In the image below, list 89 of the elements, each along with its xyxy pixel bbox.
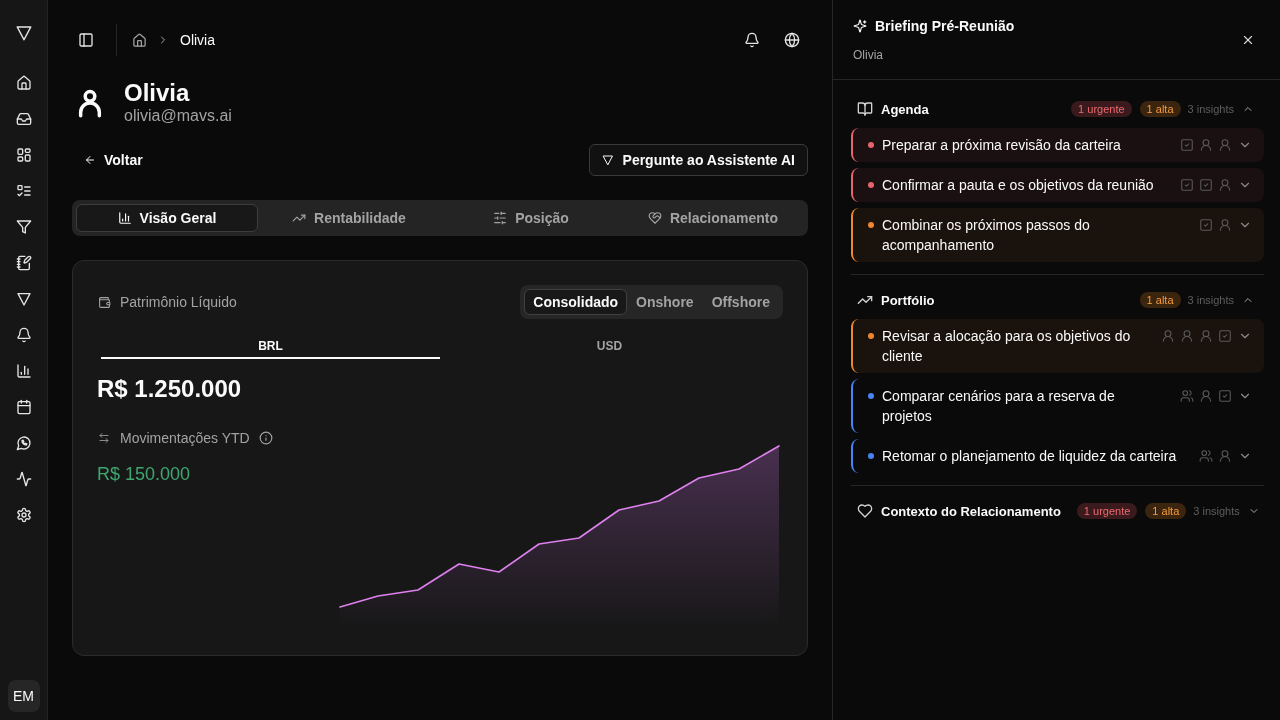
urgent-tag: 1 urgente <box>1071 101 1132 117</box>
scope-option[interactable]: Offshore <box>702 289 779 315</box>
info-icon[interactable] <box>258 431 273 445</box>
checkbox-icon <box>1218 329 1232 343</box>
inbox-icon[interactable] <box>15 111 32 127</box>
triangle-icon[interactable] <box>15 291 32 307</box>
person-icon <box>1199 329 1213 343</box>
person-icon <box>1218 218 1232 232</box>
chat-bubble-icon[interactable] <box>15 435 32 451</box>
settings-icon[interactable] <box>15 507 32 523</box>
tab[interactable]: Visão Geral <box>76 204 258 232</box>
insight-item[interactable]: Revisar a alocação para os objetivos do cliente <box>851 319 1264 373</box>
checkbox-icon <box>1180 178 1194 192</box>
movements-label: Movimentações YTD <box>120 429 250 448</box>
scope-option[interactable]: Onshore <box>627 289 703 315</box>
person-icon <box>1161 329 1175 343</box>
globe-icon[interactable] <box>784 32 800 48</box>
person-icon <box>1199 389 1213 403</box>
insight-item[interactable]: Confirmar a pauta e os objetivos da reunião <box>851 168 1264 202</box>
insight-item[interactable]: Retomar o planejamento de liquidez da carteira <box>851 439 1264 473</box>
high-priority-tag: 1 alta <box>1145 503 1187 519</box>
triangle-icon <box>601 154 614 166</box>
section-title[interactable]: Agenda <box>881 101 929 117</box>
book-icon <box>857 101 873 117</box>
client-email: olivia@mavs.ai <box>124 106 232 126</box>
movements-amount: R$ 150.000 <box>97 463 192 485</box>
heart-handshake-icon <box>647 211 662 225</box>
calendar-icon[interactable] <box>15 399 32 415</box>
checkbox-icon <box>1199 178 1213 192</box>
currency-tab[interactable]: BRL <box>101 335 440 359</box>
heart-icon <box>857 503 873 519</box>
insight-count: 3 insights <box>1187 103 1234 115</box>
checkbox-icon <box>1199 218 1213 232</box>
section-title[interactable]: Portfólio <box>881 292 935 308</box>
arrow-left-icon <box>84 154 96 166</box>
swap-arrows-icon <box>98 432 110 444</box>
insight-text: Confirmar a pauta e os objetivos da reunião <box>882 176 1155 195</box>
breadcrumb-current: Olivia <box>180 32 215 48</box>
net-worth-amount: R$ 1.250.000 <box>97 375 243 403</box>
notebook-pen-icon[interactable] <box>15 255 32 271</box>
client-name: Olivia <box>124 80 191 106</box>
tab[interactable]: Posição <box>440 204 622 232</box>
checkbox-icon <box>1180 138 1194 152</box>
sidebar-toggle-icon[interactable] <box>78 32 94 48</box>
insight-text: Retomar o planejamento de liquidez da carteira <box>882 447 1178 466</box>
person-icon <box>1199 138 1213 152</box>
bell-icon[interactable] <box>744 32 760 48</box>
insight-text: Revisar a alocação para os objetivos do cliente <box>882 327 1132 366</box>
sliders-icon <box>493 211 508 225</box>
bell-icon[interactable] <box>15 327 32 343</box>
insight-count: 3 insights <box>1193 505 1240 517</box>
home-icon[interactable] <box>132 32 147 48</box>
panel-title: Briefing Pré-Reunião <box>875 16 1015 36</box>
assistant-button[interactable]: Pergunte ao Assistente AI <box>588 144 808 176</box>
person-icon <box>1218 178 1232 192</box>
people-icon <box>1199 449 1213 463</box>
person-icon <box>1180 329 1194 343</box>
urgent-tag: 1 urgente <box>1076 503 1138 519</box>
insight-text: Preparar a próxima revisão da carteira <box>882 136 1122 155</box>
insight-item[interactable]: Preparar a próxima revisão da carteira <box>851 128 1264 162</box>
sparkles-icon <box>853 18 867 33</box>
scope-option[interactable]: Consolidado <box>524 289 628 315</box>
checkbox-icon <box>1218 389 1232 403</box>
bar-chart-icon[interactable] <box>15 363 32 379</box>
pulse-icon[interactable] <box>15 471 32 487</box>
tab[interactable]: Relacionamento <box>622 204 804 232</box>
funnel-icon[interactable] <box>15 219 32 235</box>
card-title: Patrimônio Líquido <box>120 294 237 310</box>
grid-icon[interactable] <box>15 147 32 163</box>
person-icon <box>1218 449 1232 463</box>
wallet-icon <box>98 295 111 309</box>
bar-chart-icon <box>117 211 132 225</box>
insight-text: Comparar cenários para a reserva de projetos <box>882 387 1116 426</box>
back-link[interactable]: Voltar <box>76 144 151 176</box>
section-title[interactable]: Contexto do Relacionamento <box>881 503 1061 519</box>
person-icon <box>1218 138 1232 152</box>
tab[interactable]: Rentabilidade <box>258 204 440 232</box>
insight-item[interactable]: Combinar os próximos passos do acompanhamento <box>851 208 1264 262</box>
currency-tab[interactable]: USD <box>440 335 779 359</box>
checklist-icon[interactable] <box>15 183 32 199</box>
people-icon <box>1180 389 1194 403</box>
logo-icon[interactable] <box>14 24 33 42</box>
insight-count: 3 insights <box>1187 294 1234 306</box>
insight-text: Combinar os próximos passos do acompanhamento <box>882 216 1091 255</box>
user-avatar[interactable]: EM <box>7 680 40 712</box>
insight-item[interactable]: Comparar cenários para a reserva de projetos <box>851 379 1264 433</box>
high-priority-tag: 1 alta <box>1139 101 1181 117</box>
panel-subtitle: Olivia <box>853 46 884 64</box>
high-priority-tag: 1 alta <box>1139 292 1181 308</box>
